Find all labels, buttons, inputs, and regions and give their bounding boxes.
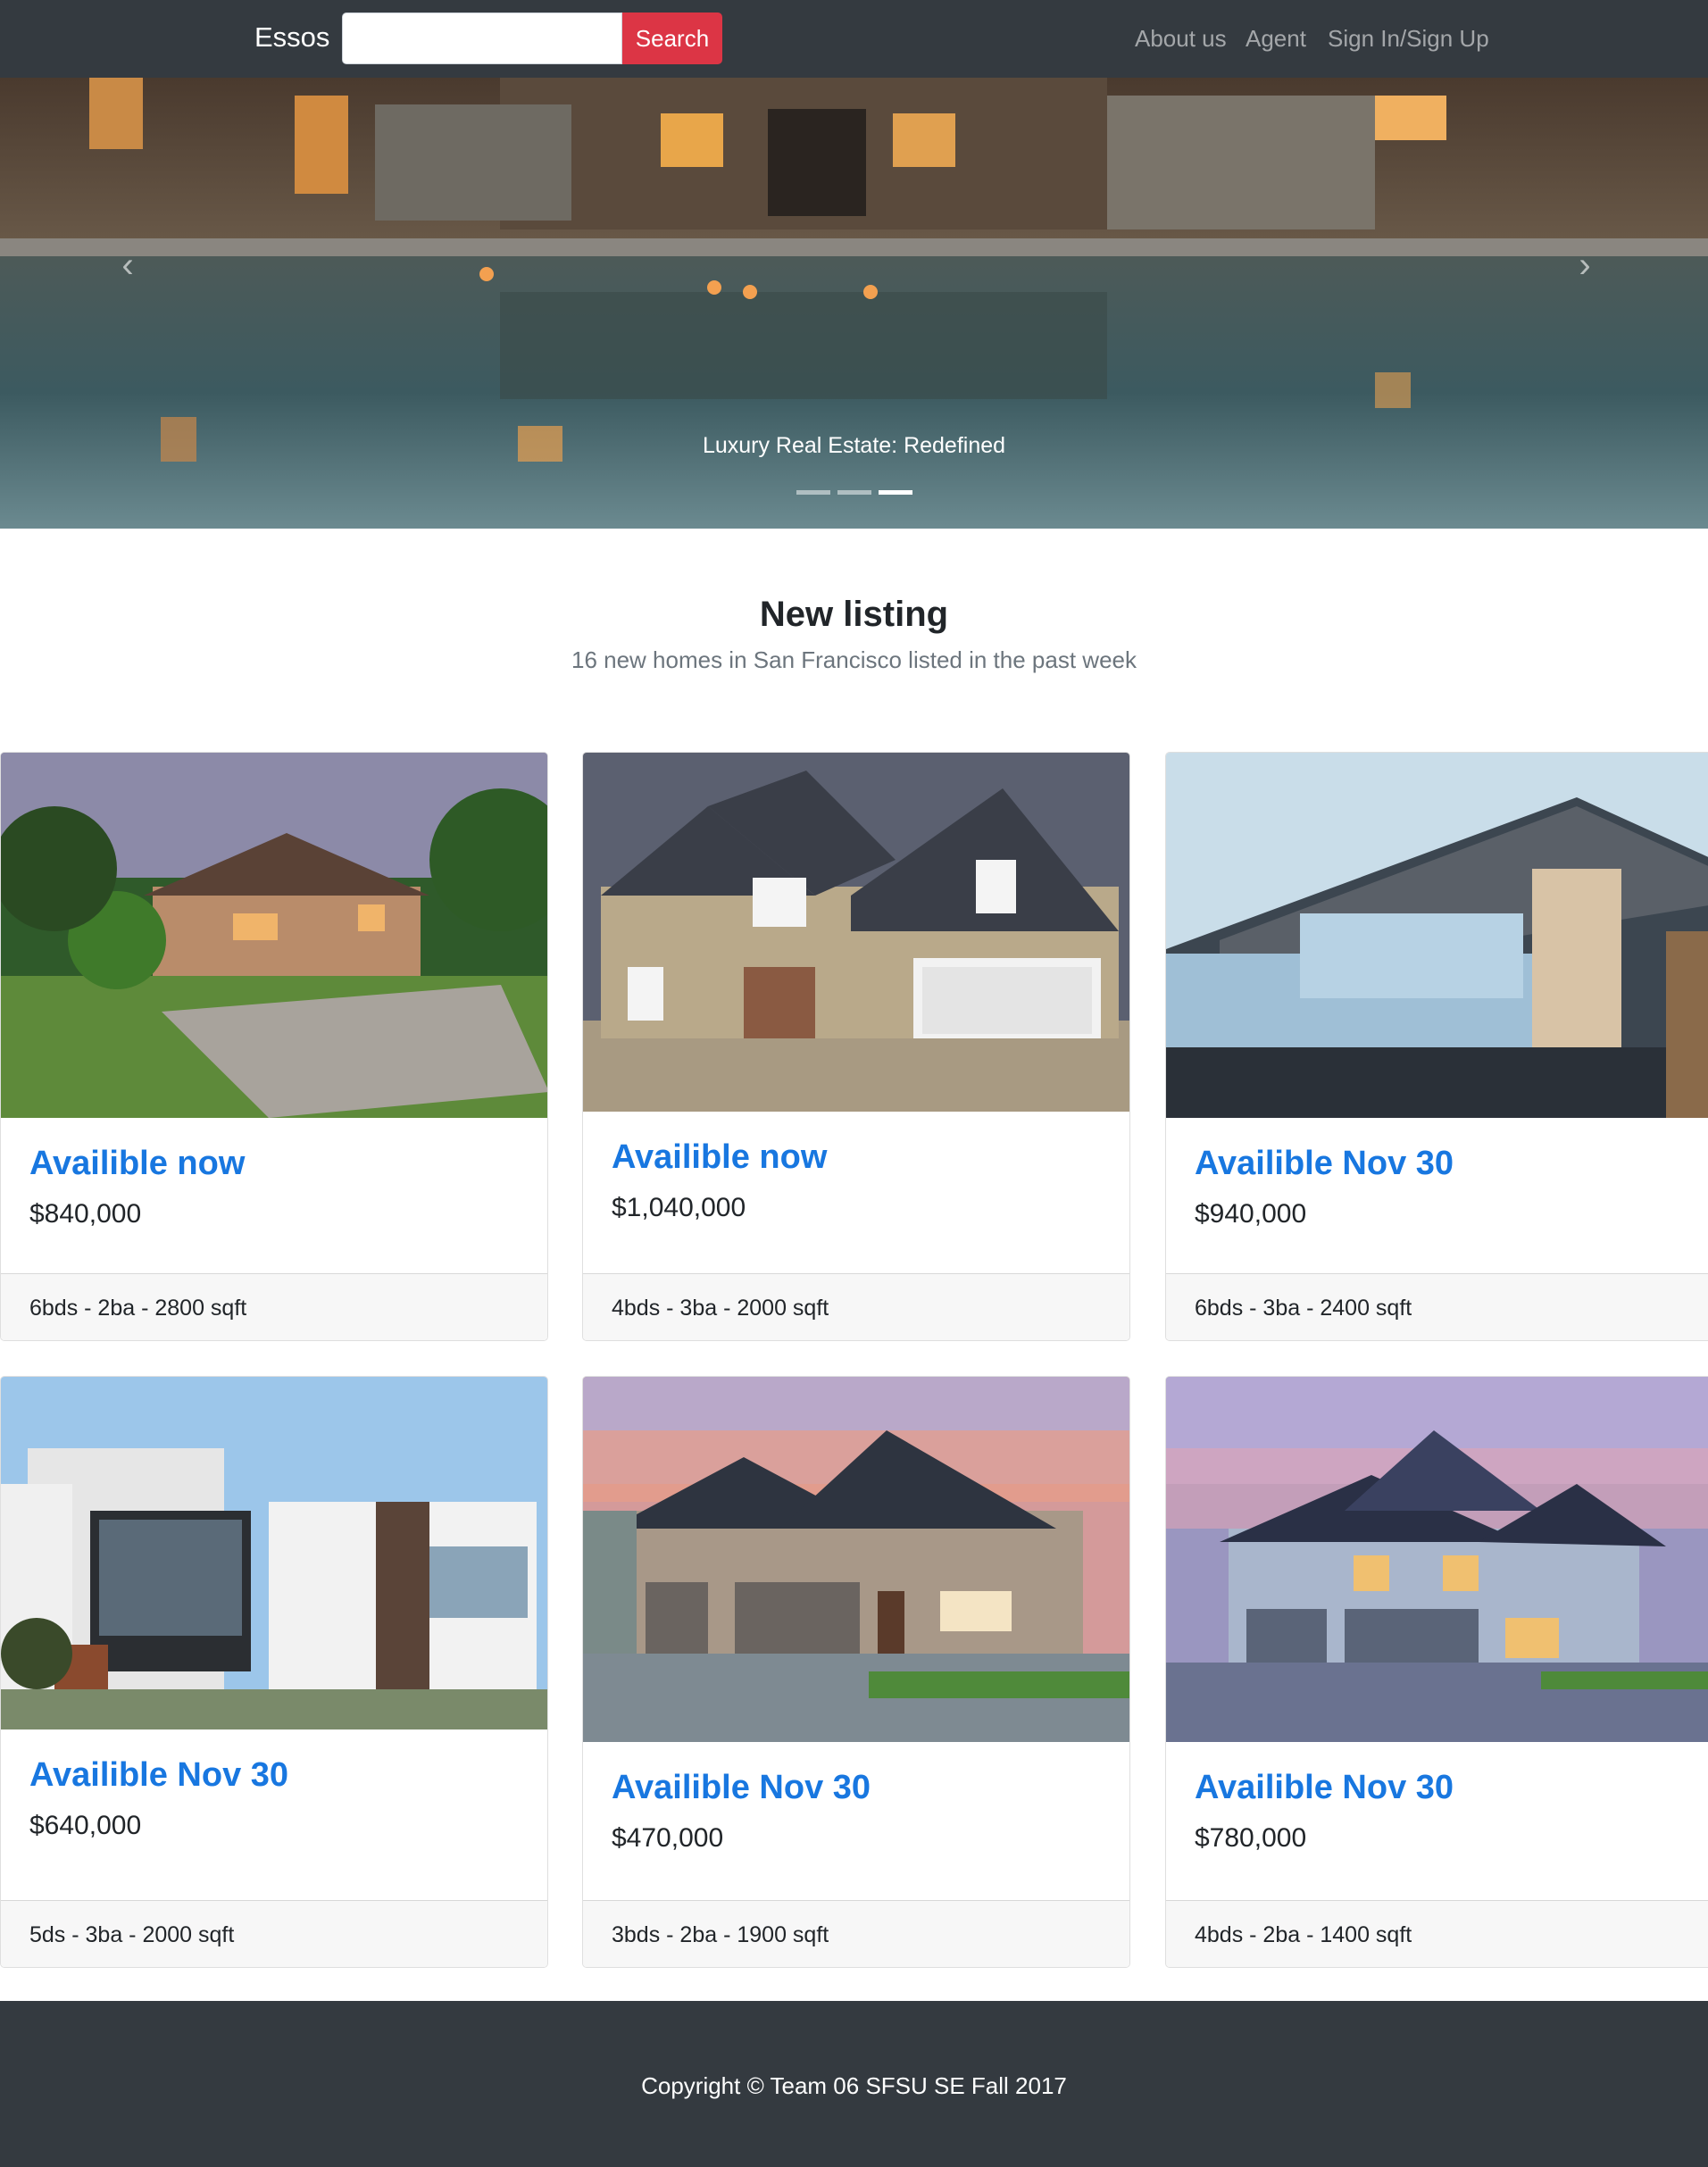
nav-link-about-us[interactable]: About us [1135,25,1227,53]
chevron-right-icon: › [1579,246,1591,285]
card-body: Availible Nov 30 $940,000 [1166,1118,1708,1256]
listing-availability[interactable]: Availible now [612,1138,1101,1177]
listing-card[interactable]: Availible now $1,040,000 4bds - 3ba - 20… [582,752,1130,1341]
copyright-text: Copyright © Team 06 SFSU SE Fall 2017 [641,2072,1067,2099]
listing-price: $1,040,000 [612,1193,746,1222]
navbar: Essos Search About us Agent Sign In/Sign… [0,0,1708,78]
chevron-left-icon: ‹ [121,246,134,285]
listing-details: 4bds - 3ba - 2000 sqft [583,1273,1129,1340]
card-body: Availible Nov 30 $470,000 [583,1742,1129,1880]
carousel-indicator-1[interactable] [796,490,830,495]
listing-card[interactable]: Availible Nov 30 $470,000 3bds - 2ba - 1… [582,1376,1130,1968]
hero-carousel: ‹ › Luxury Real Estate: Redefined [0,78,1708,529]
section-subtitle: 16 new homes in San Francisco listed in … [571,646,1137,673]
card-body: Availible Nov 30 $640,000 [1,1729,547,1868]
listing-photo [1166,753,1708,1118]
hero-pool-house-image [0,78,1708,529]
listing-card[interactable]: Availible now $840,000 6bds - 2ba - 2800… [0,752,548,1341]
carousel-indicators [0,490,1708,495]
listing-photo [583,1377,1129,1742]
nav-link-agent[interactable]: Agent [1246,25,1306,53]
card-body: Availible now $840,000 [1,1118,547,1256]
page-footer: Copyright © Team 06 SFSU SE Fall 2017 [0,2001,1708,2167]
listing-price: $940,000 [1195,1199,1307,1229]
section-title: New listing [759,595,949,634]
carousel-next-button[interactable]: › [1558,238,1612,292]
listing-availability[interactable]: Availible Nov 30 [29,1756,519,1795]
listing-availability[interactable]: Availible now [29,1145,519,1183]
listing-availability[interactable]: Availible Nov 30 [612,1769,1101,1807]
carousel-indicator-2[interactable] [837,490,871,495]
card-body: Availible Nov 30 $780,000 [1166,1742,1708,1880]
carousel-caption: Luxury Real Estate: Redefined [702,433,1006,458]
listing-photo [1,1377,547,1729]
listing-card[interactable]: Availible Nov 30 $940,000 6bds - 3ba - 2… [1165,752,1708,1341]
listing-availability[interactable]: Availible Nov 30 [1195,1769,1684,1807]
search-input[interactable] [342,13,622,64]
listing-availability[interactable]: Availible Nov 30 [1195,1145,1684,1183]
card-body: Availible now $1,040,000 [583,1112,1129,1250]
listing-details: 3bds - 2ba - 1900 sqft [583,1900,1129,1967]
listing-photo [1166,1377,1708,1742]
listing-details: 6bds - 2ba - 2800 sqft [1,1273,547,1340]
listing-card[interactable]: Availible Nov 30 $640,000 5ds - 3ba - 20… [0,1376,548,1968]
listing-photo [1,753,547,1118]
listing-card[interactable]: Availible Nov 30 $780,000 4bds - 2ba - 1… [1165,1376,1708,1968]
brand-logo-link[interactable]: Essos [254,21,329,54]
listing-price: $640,000 [29,1811,142,1840]
search-button[interactable]: Search [622,13,722,64]
listing-photo [583,753,1129,1112]
carousel-indicator-3[interactable] [878,490,912,495]
listing-price: $780,000 [1195,1823,1307,1853]
carousel-prev-button[interactable]: ‹ [101,238,154,292]
nav-link-sign-in[interactable]: Sign In/Sign Up [1328,25,1489,53]
listing-details: 4bds - 2ba - 1400 sqft [1166,1900,1708,1967]
listing-details: 5ds - 3ba - 2000 sqft [1,1900,547,1967]
listing-price: $840,000 [29,1199,142,1229]
listing-price: $470,000 [612,1823,724,1853]
listing-details: 6bds - 3ba - 2400 sqft [1166,1273,1708,1340]
